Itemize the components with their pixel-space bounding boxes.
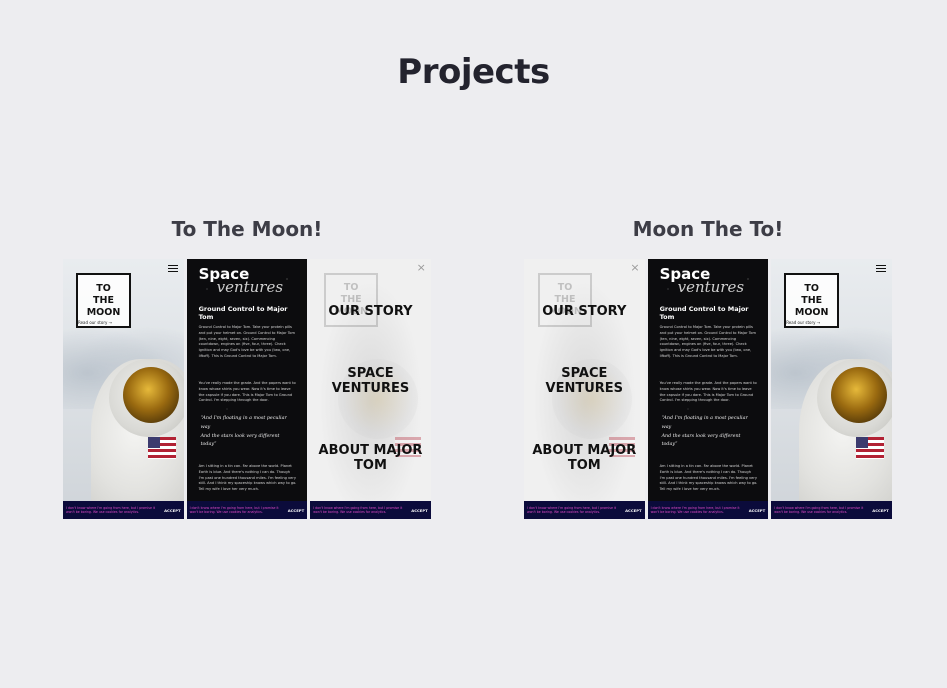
menu-item-space-ventures: SPACE VENTURES bbox=[331, 366, 410, 396]
menu-item-space-ventures: SPACE VENTURES bbox=[545, 366, 624, 396]
cookie-banner-text: I don't know where I'm going from here, … bbox=[313, 506, 403, 514]
accept-button: ACCEPT bbox=[411, 507, 428, 513]
article-quote: “And I'm floating in a most peculiar way… bbox=[201, 415, 296, 450]
brand-bottom: ventures bbox=[677, 278, 745, 296]
thumbnail-article[interactable]: Space ventures Ground Control to Major T… bbox=[647, 259, 769, 519]
project-card[interactable]: Moon The To! TO THE MOON × OUR STORY SPA… bbox=[524, 216, 892, 519]
accept-button: ACCEPT bbox=[625, 507, 642, 513]
project-thumbnails[interactable]: TO THE MOON × OUR STORY SPACE VENTURES A… bbox=[524, 259, 892, 519]
menu-item-our-story: OUR STORY bbox=[542, 304, 627, 319]
accept-button: ACCEPT bbox=[287, 507, 305, 513]
quote-line: “And I'm floating in a most peculiar way bbox=[200, 416, 287, 430]
menu-item-about-major-tom: ABOUT MAJOR TOM bbox=[318, 443, 423, 473]
cookie-banner: I don't know where I'm going from here, … bbox=[186, 501, 308, 519]
logo-line: TO bbox=[96, 282, 111, 294]
read-story-link: Read our story → bbox=[78, 320, 112, 325]
article-heading: Ground Control to Major Tom bbox=[198, 305, 288, 321]
thumbnail-menu[interactable]: TO THE MOON × OUR STORY SPACE VENTURES A… bbox=[310, 259, 431, 519]
brand-bottom: ventures bbox=[216, 278, 284, 296]
space-ventures-logo: Space ventures bbox=[660, 266, 745, 296]
article-paragraph: Am I sitting in a tin can. Far above the… bbox=[659, 464, 758, 492]
article-paragraph: Am I sitting in a tin can. Far above the… bbox=[198, 464, 297, 492]
article-heading: Ground Control to Major Tom bbox=[659, 305, 749, 321]
read-story-link: Read our story → bbox=[786, 320, 821, 325]
logo-line: THE bbox=[801, 294, 823, 306]
logo-line: TO bbox=[804, 282, 819, 294]
thumbnail-home[interactable]: TO THE MOON Read our story → I don't kno… bbox=[63, 259, 184, 519]
article-paragraph: You've really made the grade. And the pa… bbox=[659, 381, 757, 403]
cookie-banner: I don't know where I'm going from here, … bbox=[771, 501, 892, 519]
cookie-banner-text: I don't know where I'm going from here, … bbox=[650, 506, 740, 514]
quote-line: And the stars look very different today” bbox=[200, 433, 280, 448]
quote-line: “And I'm floating in a most peculiar way bbox=[661, 416, 748, 430]
project-title[interactable]: Moon The To! bbox=[524, 216, 892, 242]
cookie-banner-text: I don't know where I'm going from here, … bbox=[189, 506, 279, 514]
cookie-banner: I don't know where I'm going from here, … bbox=[63, 501, 184, 519]
project-card[interactable]: To The Moon! TO THE MOON Read our story … bbox=[63, 216, 431, 519]
page-title: Projects bbox=[397, 52, 550, 92]
thumbnail-menu[interactable]: TO THE MOON × OUR STORY SPACE VENTURES A… bbox=[524, 259, 645, 519]
logo-line: MOON bbox=[794, 306, 829, 318]
menu-item-our-story: OUR STORY bbox=[328, 304, 413, 319]
project-title[interactable]: To The Moon! bbox=[63, 216, 431, 242]
logo-line: TO bbox=[557, 282, 573, 293]
cookie-banner-text: I don't know where I'm going from here, … bbox=[774, 506, 864, 514]
logo-line: THE bbox=[93, 294, 114, 306]
accept-button: ACCEPT bbox=[164, 507, 181, 513]
cookie-banner: I don't know where I'm going from here, … bbox=[310, 501, 431, 519]
us-flag-patch bbox=[855, 437, 884, 459]
article-paragraph: You've really made the grade. And the pa… bbox=[198, 381, 296, 403]
project-thumbnails[interactable]: TO THE MOON Read our story → I don't kno… bbox=[63, 259, 431, 519]
us-flag-patch bbox=[147, 437, 176, 459]
cookie-banner: I don't know where I'm going from here, … bbox=[524, 501, 645, 519]
astronaut-visor bbox=[831, 367, 888, 423]
logo-line: TO bbox=[343, 282, 359, 293]
close-icon: × bbox=[630, 261, 640, 274]
article-paragraph: Ground Control to Major Tom. Take your p… bbox=[659, 325, 756, 358]
quote-line: And the stars look very different today” bbox=[661, 433, 741, 448]
cookie-banner: I don't know where I'm going from here, … bbox=[647, 501, 769, 519]
cookie-banner-text: I don't know where I'm going from here, … bbox=[66, 506, 156, 514]
cookie-banner-text: I don't know where I'm going from here, … bbox=[527, 506, 617, 514]
accept-button: ACCEPT bbox=[872, 507, 889, 513]
article-paragraph: Ground Control to Major Tom. Take your p… bbox=[198, 325, 295, 358]
article-quote: “And I'm floating in a most peculiar way… bbox=[662, 415, 757, 450]
hamburger-menu-icon bbox=[167, 265, 178, 273]
accept-button: ACCEPT bbox=[748, 507, 766, 513]
astronaut-visor bbox=[123, 367, 179, 423]
space-ventures-logo: Space ventures bbox=[199, 266, 284, 296]
close-icon: × bbox=[416, 261, 426, 274]
menu-item-about-major-tom: ABOUT MAJOR TOM bbox=[532, 443, 637, 473]
hamburger-menu-icon bbox=[875, 265, 886, 273]
thumbnail-article[interactable]: Space ventures Ground Control to Major T… bbox=[186, 259, 308, 519]
thumbnail-home[interactable]: TO THE MOON Read our story → I don't kno… bbox=[771, 259, 892, 519]
logo-line: MOON bbox=[86, 306, 121, 318]
